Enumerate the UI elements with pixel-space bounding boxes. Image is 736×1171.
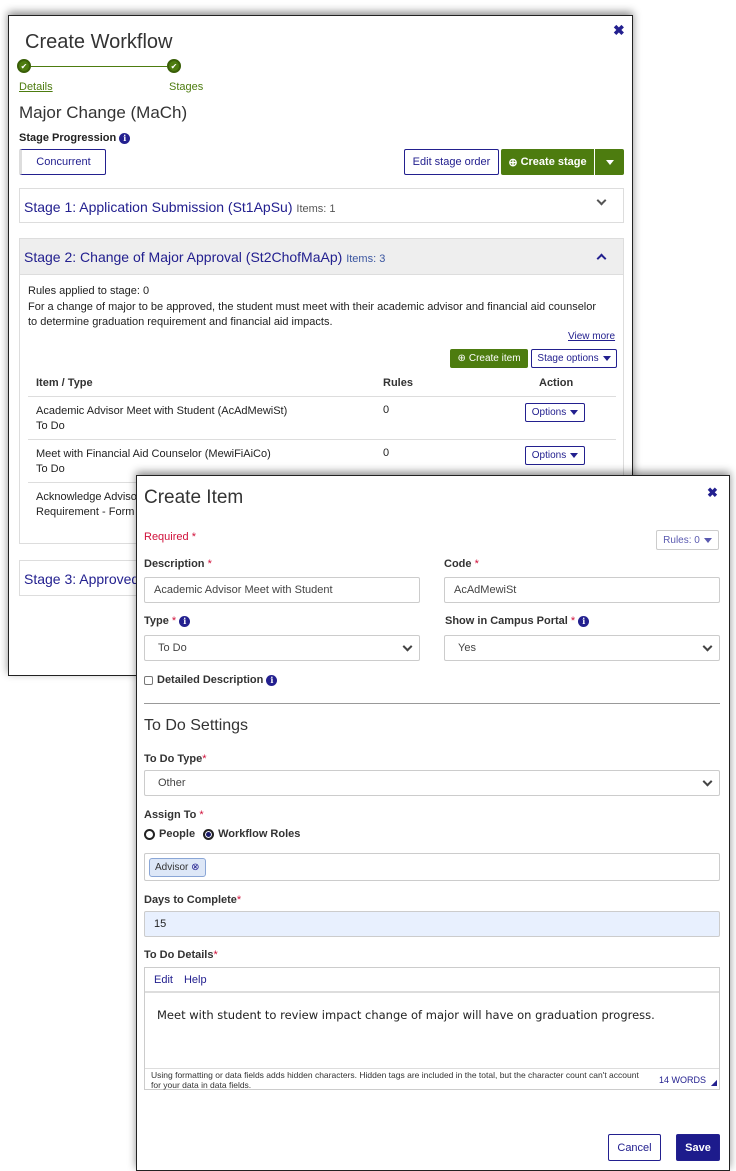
plus-circle-icon: ⊕ — [457, 353, 466, 364]
create-item-button[interactable]: ⊕ Create item — [450, 349, 528, 368]
menu-edit[interactable]: Edit — [154, 974, 173, 986]
step-stages: Stages — [169, 81, 204, 93]
days-label: Days to Complete* — [144, 894, 242, 906]
stage-title: Stage 2: Change of Major Approval (St2Ch… — [24, 249, 343, 265]
assign-to-radios: People Workflow Roles — [144, 828, 300, 840]
create-item-modal: Create Item ✖ Required * Rules: 0 Descri… — [136, 475, 730, 1171]
chevron-down-icon — [702, 776, 713, 787]
portal-label: Show in Campus Portal * i — [445, 615, 590, 627]
detailed-description-label: Detailed Description i — [157, 674, 278, 686]
menu-help[interactable]: Help — [184, 974, 207, 986]
remove-tag-icon[interactable]: ⊗ — [191, 862, 199, 873]
role-tag: Advisor ⊗ — [149, 857, 206, 877]
info-icon[interactable]: i — [179, 615, 191, 627]
divider — [144, 703, 720, 704]
chevron-down-icon[interactable] — [596, 195, 607, 206]
assign-to-label: Assign To * — [144, 809, 204, 821]
todo-settings-heading: To Do Settings — [144, 717, 249, 734]
modal-title: Create Item — [144, 487, 244, 508]
stage-progression-label: Stage Progression i — [19, 132, 131, 144]
radio-workflow-roles[interactable] — [203, 828, 215, 840]
item-name: Academic Advisor Meet with Student (AcAd… — [36, 405, 288, 417]
todo-type-label: To Do Type* — [144, 753, 207, 765]
workflow-name: Major Change (MaCh) — [19, 103, 188, 122]
chevron-down-icon — [702, 641, 713, 652]
view-more-link[interactable]: View more — [568, 331, 615, 342]
editor-content[interactable]: Meet with student to review impact chang… — [157, 1008, 655, 1022]
radio-label: Workflow Roles — [218, 828, 301, 840]
resize-handle-icon[interactable]: ◢ — [711, 1078, 717, 1087]
rules-applied: Rules applied to stage: 0 — [28, 285, 150, 297]
assigned-roles-input[interactable]: Advisor ⊗ — [144, 853, 720, 881]
stage-2-header[interactable]: Stage 2: Change of Major Approval (St2Ch… — [20, 239, 623, 275]
column-header-rules: Rules — [383, 377, 413, 389]
close-icon[interactable]: ✖ — [613, 22, 625, 39]
code-label: Code * — [444, 558, 479, 570]
step-details-link[interactable]: Details — [19, 81, 53, 93]
chevron-down-icon — [402, 641, 413, 652]
todo-details-label: To Do Details* — [144, 949, 218, 961]
radio-label: People — [159, 828, 196, 840]
progression-toggle[interactable]: Concurrent — [19, 149, 106, 175]
editor-note: Using formatting or data fields adds hid… — [151, 1070, 639, 1090]
editor-menubar: Edit Help — [145, 968, 719, 993]
item-rules: 0 — [383, 404, 390, 416]
info-icon[interactable]: i — [578, 615, 590, 627]
chevron-up-icon[interactable] — [596, 253, 607, 264]
description-input[interactable]: Academic Advisor Meet with Student — [144, 577, 420, 603]
required-legend: Required * — [144, 531, 196, 543]
step-complete-icon: ✔ — [17, 59, 31, 73]
stage-items-count: Items: 1 — [296, 203, 336, 215]
save-button[interactable]: Save — [676, 1134, 720, 1161]
stage-options-button[interactable]: Stage options — [531, 349, 617, 368]
column-header-action: Action — [539, 377, 574, 389]
stage-items-count: Items: 3 — [346, 253, 386, 265]
cancel-button[interactable]: Cancel — [608, 1134, 661, 1161]
step-complete-icon: ✔ — [167, 59, 181, 73]
type-select[interactable]: To Do — [144, 635, 420, 661]
caret-down-icon — [570, 410, 579, 415]
caret-down-icon — [570, 453, 579, 458]
column-header-item-type: Item / Type — [36, 377, 93, 389]
todo-type-select[interactable]: Other — [144, 770, 720, 796]
radio-people[interactable] — [144, 828, 155, 840]
item-options-button[interactable]: Options — [525, 446, 585, 465]
item-name: Meet with Financial Aid Counselor (MewiF… — [36, 448, 271, 460]
item-rules: 0 — [383, 447, 390, 459]
modal-title: Create Workflow — [25, 31, 173, 53]
item-type: To Do — [36, 420, 65, 432]
info-icon[interactable]: i — [266, 674, 278, 686]
item-type: Requirement - Form — [36, 506, 135, 518]
plus-circle-icon: ⊕ — [508, 156, 518, 169]
item-name: Acknowledge Advisor — [36, 491, 141, 503]
detailed-description-checkbox[interactable] — [144, 676, 153, 685]
caret-down-icon — [703, 537, 712, 543]
stage-title: Stage 3: Approved/ — [24, 571, 144, 587]
create-stage-dropdown[interactable] — [595, 149, 624, 175]
info-icon[interactable]: i — [119, 132, 131, 144]
editor-statusbar: Using formatting or data fields adds hid… — [145, 1068, 719, 1090]
word-count: 14 WORDS — [659, 1075, 707, 1085]
stage-description: For a change of major to be approved, th… — [28, 301, 597, 328]
caret-down-icon — [605, 159, 614, 165]
edit-stage-order-button[interactable]: Edit stage order — [404, 149, 499, 175]
create-stage-button[interactable]: ⊕ Create stage — [501, 149, 594, 175]
days-input[interactable]: 15 — [144, 911, 720, 937]
item-options-button[interactable]: Options — [525, 403, 585, 422]
portal-select[interactable]: Yes — [444, 635, 720, 661]
stage-1-panel[interactable]: Stage 1: Application Submission (St1ApSu… — [19, 188, 624, 223]
rich-text-editor: Edit Help Meet with student to review im… — [144, 967, 720, 1090]
caret-down-icon — [602, 356, 611, 361]
code-input[interactable]: AcAdMewiSt — [444, 577, 720, 603]
stepper-line — [31, 66, 167, 67]
table-row: Acknowledge Advisor Requirement - Form — [36, 490, 141, 520]
type-label: Type * i — [144, 615, 191, 627]
close-icon[interactable]: ✖ — [707, 485, 718, 501]
description-label: Description * — [144, 558, 212, 570]
rules-button[interactable]: Rules: 0 — [656, 530, 719, 550]
stage-title: Stage 1: Application Submission (St1ApSu… — [24, 199, 293, 215]
